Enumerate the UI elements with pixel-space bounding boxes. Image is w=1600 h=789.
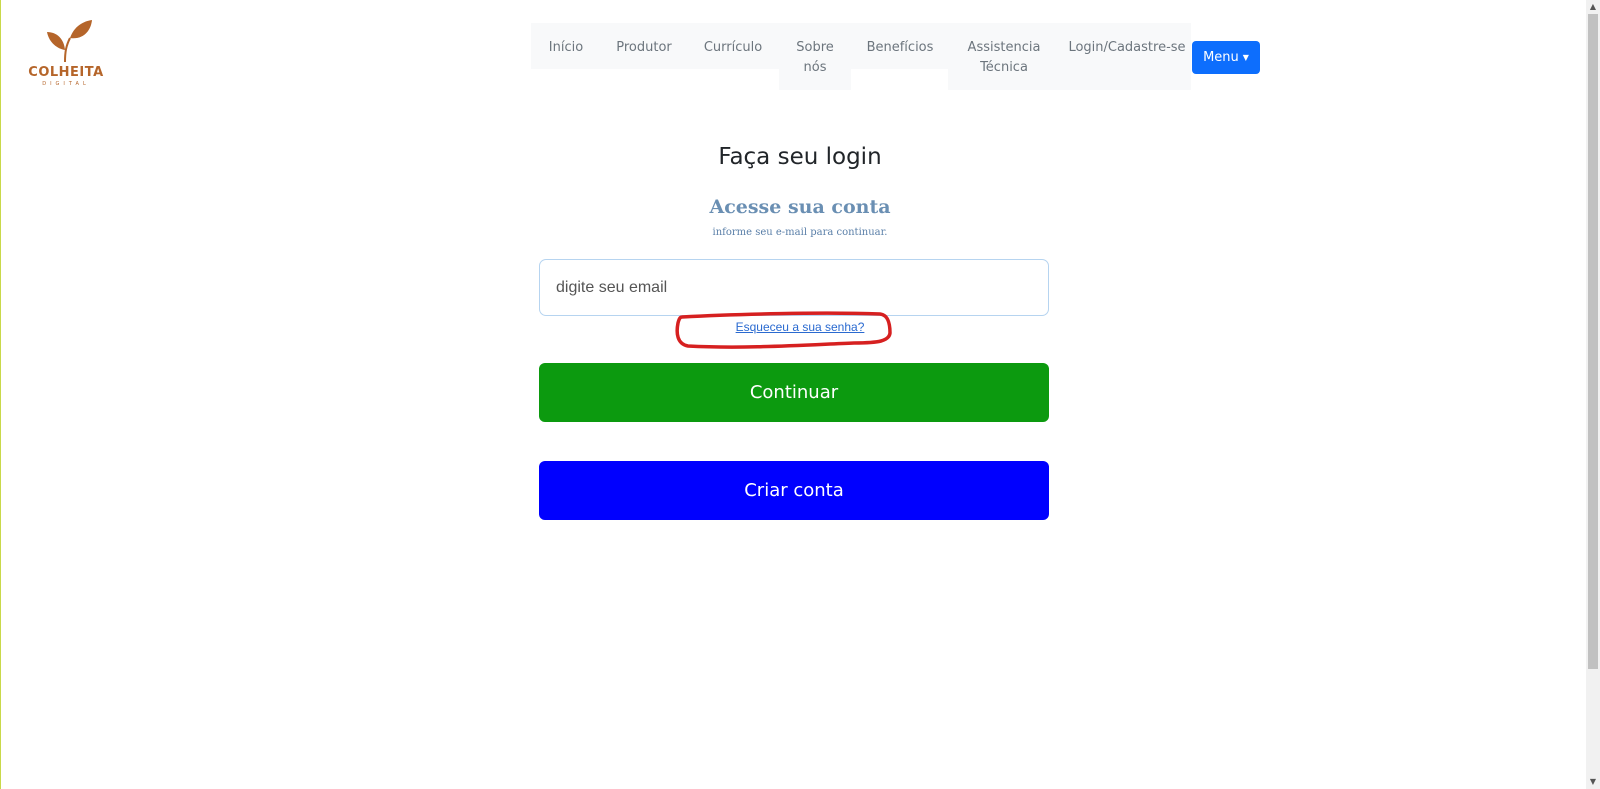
create-account-button[interactable]: Criar conta [539, 461, 1049, 520]
nav-item-curriculo[interactable]: Currículo [695, 23, 771, 91]
leaf-logo-icon: COLHEITA DIGITAL [28, 20, 103, 87]
continue-button[interactable]: Continuar [539, 363, 1049, 422]
caret-down-icon: ▼ [1242, 53, 1249, 62]
svg-text:DIGITAL: DIGITAL [42, 81, 90, 87]
nav-item-login-cadastre[interactable]: Login/Cadastre-se [1068, 23, 1186, 91]
scroll-down-icon[interactable]: ▼ [1586, 775, 1600, 789]
nav-item-sobre-nos[interactable]: Sobre nós [787, 23, 843, 91]
window-edge [0, 0, 1, 789]
page-title: Faça seu login [718, 144, 882, 170]
login-subtitle: Acesse sua conta [709, 196, 891, 218]
forgot-password-link[interactable]: Esqueceu a sua senha? [736, 320, 865, 334]
svg-text:COLHEITA: COLHEITA [28, 65, 103, 80]
scrollbar-thumb[interactable] [1588, 14, 1598, 669]
nav-item-beneficios[interactable]: Benefícios [860, 23, 940, 91]
scroll-up-icon[interactable]: ▲ [1586, 0, 1600, 14]
menu-dropdown-button[interactable]: Menu ▼ [1192, 41, 1260, 74]
menu-label: Menu [1203, 50, 1239, 65]
colheita-digital-logo[interactable]: COLHEITA DIGITAL [18, 16, 114, 88]
vertical-scrollbar[interactable]: ▲ ▼ [1586, 0, 1600, 789]
forgot-password-wrapper: Esqueceu a sua senha? [0, 320, 1600, 334]
email-input[interactable] [539, 259, 1049, 316]
login-hint: informe seu e-mail para continuar. [712, 227, 888, 238]
nav-item-inicio[interactable]: Início [538, 23, 594, 91]
nav-item-produtor[interactable]: Produtor [603, 23, 685, 91]
nav-item-assistencia-tecnica[interactable]: Assistencia Técnica [960, 23, 1048, 91]
